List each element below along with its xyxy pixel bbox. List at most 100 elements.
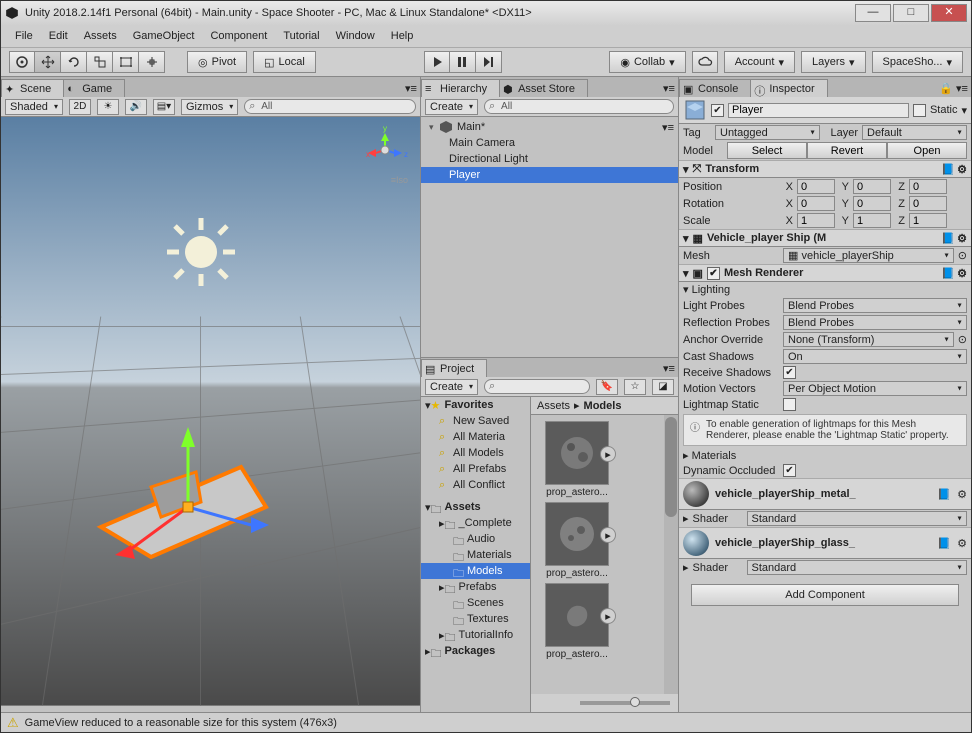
menu-window[interactable]: Window [328, 27, 383, 45]
hierarchy-options-icon[interactable]: ▾≡ [662, 81, 676, 95]
hierarchy-search[interactable]: All [484, 99, 674, 114]
folder-item-models[interactable]: 🗀Models [421, 563, 530, 579]
scene-context-icon[interactable]: ▾≡ [662, 121, 674, 134]
hierarchy-item-light[interactable]: Directional Light [421, 151, 678, 167]
pos-y-input[interactable] [853, 179, 891, 194]
hidden-packages-icon[interactable]: ◪ [652, 379, 674, 395]
console-tab[interactable]: ▣Console [679, 79, 751, 97]
preview-play-icon[interactable]: ▸ [600, 527, 616, 543]
asset-type-filter-icon[interactable]: 🔖 [596, 379, 618, 395]
menu-edit[interactable]: Edit [41, 27, 76, 45]
object-name-input[interactable] [728, 103, 909, 118]
static-dropdown-icon[interactable]: ▾ [961, 104, 967, 117]
transform-tool[interactable] [139, 51, 165, 73]
shader-dropdown[interactable]: Standard [747, 560, 967, 575]
favorite-item[interactable]: ⌕All Conflict [421, 477, 530, 493]
menu-help[interactable]: Help [383, 27, 422, 45]
tab-options-icon[interactable]: ▾≡ [404, 81, 418, 95]
preview-play-icon[interactable]: ▸ [600, 446, 616, 462]
asset-item[interactable]: ▸ prop_astero... [537, 583, 617, 660]
inspector-tab[interactable]: ⓘInspector [750, 79, 827, 97]
move-tool[interactable] [35, 51, 61, 73]
breadcrumb-item[interactable]: Assets [537, 400, 570, 412]
inspector-options-icon[interactable]: ▾≡ [955, 81, 969, 95]
play-button[interactable] [424, 51, 450, 73]
menu-file[interactable]: File [7, 27, 41, 45]
folder-item[interactable]: ▸🗀Prefabs [421, 579, 530, 595]
help-icon[interactable]: 📘 [941, 267, 955, 280]
scene-light-toggle[interactable]: ☀ [97, 99, 119, 115]
collab-dropdown[interactable]: ◉Collab ▾ [609, 51, 685, 73]
renderer-enabled-checkbox[interactable]: ✔ [707, 267, 720, 280]
asset-item[interactable]: ▸ prop_astero... [537, 502, 617, 579]
gear-icon[interactable]: ⚙ [957, 488, 967, 501]
open-button[interactable]: Open [887, 142, 967, 159]
project-create-dropdown[interactable]: Create [425, 379, 478, 395]
minimize-button[interactable]: — [855, 4, 891, 22]
pos-x-input[interactable] [797, 179, 835, 194]
thumbnail-size-slider[interactable] [580, 701, 670, 705]
cloud-button[interactable] [692, 51, 718, 73]
project-search[interactable] [484, 379, 590, 394]
shader-dropdown[interactable]: Standard [747, 511, 967, 526]
project-tab[interactable]: ▤Project [421, 359, 487, 377]
light-probes-dropdown[interactable]: Blend Probes [783, 298, 967, 313]
directional-light-gizmo[interactable] [161, 212, 241, 292]
scale-tool[interactable] [87, 51, 113, 73]
close-button[interactable]: ✕ [931, 4, 967, 22]
scene-fx-toggle[interactable]: ▤▾ [153, 99, 175, 115]
project-options-icon[interactable]: ▾≡ [662, 361, 676, 375]
packages-node[interactable]: ▸🗀Packages [421, 643, 530, 659]
menu-gameobject[interactable]: GameObject [125, 27, 203, 45]
dynamic-occluded-checkbox[interactable]: ✔ [783, 464, 796, 477]
scene-search[interactable]: All [244, 99, 416, 114]
material-foldout-icon[interactable]: ▸ [683, 512, 689, 525]
material-header-glass[interactable]: vehicle_playerShip_glass_ 📘⚙ [679, 527, 971, 559]
gear-icon[interactable]: ⚙ [957, 163, 967, 176]
draw-mode-dropdown[interactable]: Shaded [5, 99, 63, 115]
pos-z-input[interactable] [909, 179, 947, 194]
active-checkbox[interactable]: ✔ [711, 104, 724, 117]
breadcrumb-item[interactable]: Models [584, 400, 622, 412]
scene-root-item[interactable]: ▾ Main* ▾≡ [421, 119, 678, 135]
player-ship-gizmo[interactable] [91, 417, 291, 577]
folder-item[interactable]: ▸🗀TutorialInfo [421, 627, 530, 643]
lock-icon[interactable]: 🔒 [939, 81, 953, 95]
hand-tool[interactable] [9, 51, 35, 73]
favorite-item[interactable]: ⌕All Models [421, 445, 530, 461]
scale-z-input[interactable] [909, 213, 947, 228]
rot-y-input[interactable] [853, 196, 891, 211]
object-picker-icon[interactable]: ⊙ [958, 249, 967, 262]
status-text[interactable]: GameView reduced to a reasonable size fo… [25, 717, 337, 729]
add-component-button[interactable]: Add Component [691, 584, 959, 606]
layout-dropdown[interactable]: SpaceSho... ▾ [872, 51, 963, 73]
folder-item[interactable]: 🗀Textures [421, 611, 530, 627]
meshfilter-component-header[interactable]: ▾ ▦ Vehicle_player Ship (M 📘⚙ [679, 229, 971, 247]
assets-node[interactable]: ▾🗀Assets [421, 499, 530, 515]
cast-shadows-dropdown[interactable]: On [783, 349, 967, 364]
select-button[interactable]: Select [727, 142, 807, 159]
layers-dropdown[interactable]: Layers ▾ [801, 51, 866, 73]
gear-icon[interactable]: ⚙ [957, 267, 967, 280]
rect-tool[interactable] [113, 51, 139, 73]
asset-store-tab[interactable]: ⬢Asset Store [499, 79, 588, 97]
folder-item[interactable]: 🗀Audio [421, 531, 530, 547]
tag-dropdown[interactable]: Untagged [715, 125, 820, 140]
favorite-item[interactable]: ⌕All Prefabs [421, 461, 530, 477]
mesh-field[interactable]: ▦ vehicle_playerShip [783, 248, 954, 263]
menu-tutorial[interactable]: Tutorial [275, 27, 327, 45]
folder-item[interactable]: 🗀Materials [421, 547, 530, 563]
help-icon[interactable]: 📘 [937, 488, 951, 501]
layer-dropdown[interactable]: Default [862, 125, 967, 140]
asset-grid-scrollbar[interactable] [664, 415, 678, 694]
local-toggle[interactable]: ◱Local [253, 51, 316, 73]
preview-play-icon[interactable]: ▸ [600, 608, 616, 624]
projection-label[interactable]: ≡Iso [391, 175, 408, 185]
material-foldout-icon[interactable]: ▸ [683, 561, 689, 574]
gear-icon[interactable]: ⚙ [957, 232, 967, 245]
revert-button[interactable]: Revert [807, 142, 887, 159]
lighting-foldout[interactable]: ▾ Lighting [683, 283, 730, 296]
rotate-tool[interactable] [61, 51, 87, 73]
meshrenderer-component-header[interactable]: ▾ ▣ ✔ Mesh Renderer 📘⚙ [679, 264, 971, 282]
scene-tab[interactable]: ✦Scene [1, 79, 64, 97]
